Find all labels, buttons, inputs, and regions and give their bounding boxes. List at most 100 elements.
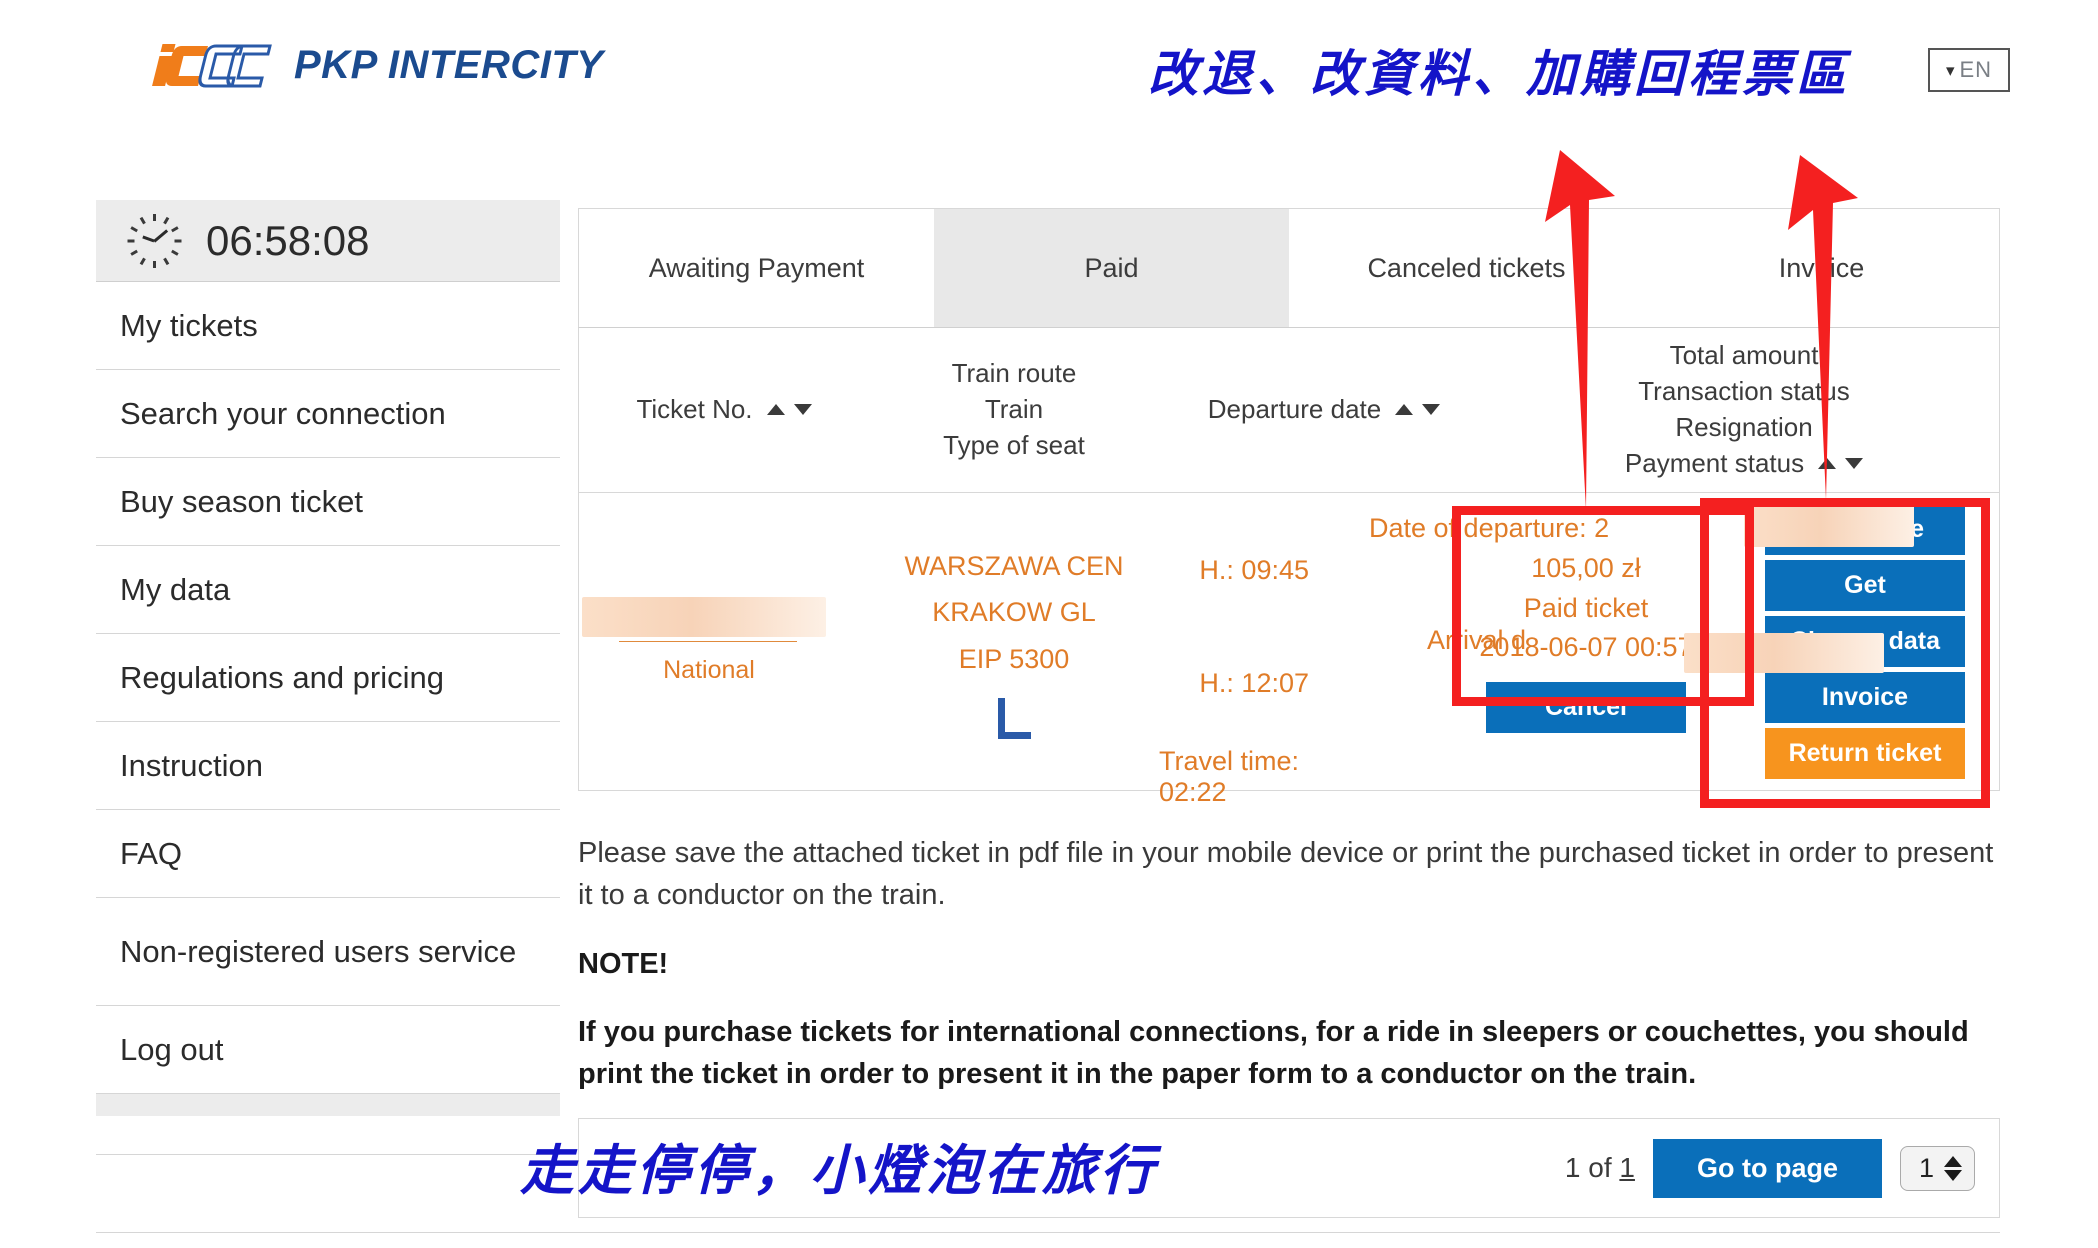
handwritten-note-top: 改退、改資料、加購回程票區 — [1148, 45, 1850, 103]
column-label-payment-status: Payment status — [1624, 447, 1805, 478]
sidebar-item-my-data[interactable]: My data — [96, 546, 560, 634]
session-timer: 06:58:08 — [96, 200, 560, 282]
redacted-arrival-date — [1684, 632, 1884, 673]
return-ticket-button[interactable]: Return ticket — [1765, 727, 1965, 779]
language-selector[interactable]: ▾ EN — [1928, 48, 2010, 92]
note-heading: NOTE! — [578, 947, 669, 980]
sidebar-item-label: FAQ — [120, 835, 183, 871]
transaction-status-value: Paid ticket — [1523, 592, 1649, 623]
brand-logo[interactable]: PKP INTERCITY — [140, 38, 604, 92]
sidebar-item-faq[interactable]: FAQ — [96, 810, 560, 898]
invoice-button[interactable]: Invoice — [1765, 671, 1965, 723]
cell-ticket-number: National — [579, 493, 869, 790]
sidebar-item-instruction[interactable]: Instruction — [96, 722, 560, 810]
page-of-text: 1 of — [1564, 1152, 1620, 1183]
payment-status-sorters — [1818, 458, 1864, 470]
sidebar-item-regulations-pricing[interactable]: Regulations and pricing — [96, 634, 560, 722]
tab-label: Invoice — [1778, 252, 1865, 283]
sort-descending-icon[interactable] — [1845, 458, 1864, 470]
tab-label: Paid — [1084, 252, 1139, 283]
get-button[interactable]: Get — [1765, 559, 1965, 611]
column-header-total-amount: Total amount Transaction status Resignat… — [1489, 328, 1999, 492]
brand-name: PKP INTERCITY — [294, 42, 604, 87]
arrival-date-label: Arrival d — [1427, 624, 1527, 655]
column-label: Ticket No. — [636, 393, 753, 424]
tab-canceled-tickets[interactable]: Canceled tickets — [1289, 209, 1644, 327]
sidebar-item-label: Instruction — [120, 747, 264, 783]
column-label-resignation: Resignation — [1675, 411, 1813, 442]
cell-train-route: WARSZAWA CEN KRAKOW GL EIP 5300 — [869, 493, 1159, 790]
main-panel: Awaiting Payment Paid Canceled tickets I… — [578, 208, 2000, 807]
arrival-time: H.: 12:07 — [1199, 667, 1309, 698]
sidebar-item-buy-season-ticket[interactable]: Buy season ticket — [96, 458, 560, 546]
column-label-train: Train — [984, 393, 1044, 424]
page-indicator: 1 of 1 — [1565, 1152, 1635, 1184]
table-row: National WARSZAWA CEN KRAKOW GL EIP 5300… — [578, 492, 2000, 807]
seat-type-icon — [997, 698, 1031, 740]
page-bottom-divider — [96, 1232, 2000, 1233]
redacted-departure-date — [1744, 504, 1914, 547]
cell-departure-arrival: Date of departure: 2 H.: 09:45 Arrival d… — [1159, 493, 1914, 807]
sidebar-item-my-tickets[interactable]: My tickets — [96, 282, 560, 370]
departure-date-label: Date of departure: 2 — [1369, 512, 1610, 543]
ticket-table-header: Ticket No. Train route Train Type of sea… — [578, 328, 2000, 493]
column-label: Departure date — [1207, 393, 1382, 424]
note-intro: Please save the attached ticket in pdf f… — [578, 837, 1994, 912]
go-to-page-button[interactable]: Go to page — [1652, 1138, 1882, 1198]
sort-descending-icon[interactable] — [1422, 404, 1441, 416]
sidebar-item-label: My tickets — [120, 307, 258, 343]
page-number-stepper[interactable]: 1 — [1899, 1145, 1975, 1191]
column-label-transaction-status: Transaction status — [1638, 375, 1850, 406]
ticket-category-label: National — [663, 656, 755, 684]
total-amount-value: 105,00 zł — [1531, 552, 1641, 583]
sidebar-item-label: Non-registered users service — [120, 933, 517, 969]
total-pages: 1 — [1619, 1152, 1635, 1183]
sidebar-footer-bar — [96, 1094, 560, 1116]
stepper-arrows — [1944, 1155, 1962, 1181]
tab-awaiting-payment[interactable]: Awaiting Payment — [579, 209, 934, 327]
note-body: If you purchase tickets for internationa… — [578, 1015, 1969, 1091]
column-header-train-route: Train route Train Type of seat — [869, 328, 1159, 492]
stepper-down-icon[interactable] — [1944, 1169, 1962, 1181]
handwritten-note-bottom: 走走停停，小燈泡在旅行 — [520, 1139, 1158, 1202]
sidebar-item-nonregistered-users-service[interactable]: Non-registered users service — [96, 898, 560, 1006]
departure-time: H.: 09:45 — [1199, 554, 1309, 585]
sort-ascending-icon[interactable] — [1395, 404, 1414, 416]
page-number-value: 1 — [1918, 1152, 1934, 1183]
stepper-up-icon[interactable] — [1944, 1155, 1962, 1167]
train-number: EIP 5300 — [958, 643, 1070, 674]
cancel-button[interactable]: Cancel — [1486, 682, 1686, 734]
ticket-notes: Please save the attached ticket in pdf f… — [578, 832, 2008, 1122]
tab-paid[interactable]: Paid — [934, 209, 1289, 327]
sort-ascending-icon[interactable] — [1818, 458, 1837, 470]
sort-descending-icon[interactable] — [793, 404, 812, 416]
ticket-number-underline — [619, 641, 797, 642]
sidebar-item-label: Regulations and pricing — [120, 659, 444, 695]
tab-invoice[interactable]: Invoice — [1644, 209, 1999, 327]
column-label-train-route: Train route — [951, 357, 1077, 388]
sidebar-item-label: My data — [120, 571, 231, 607]
column-header-ticket-no: Ticket No. — [579, 328, 869, 492]
sidebar-item-label: Search your connection — [120, 395, 446, 431]
chevron-down-icon: ▾ — [1945, 60, 1955, 80]
sidebar-item-label: Log out — [120, 1031, 224, 1067]
sort-ascending-icon[interactable] — [766, 404, 785, 416]
column-label-total-amount: Total amount — [1669, 340, 1819, 370]
tab-label: Awaiting Payment — [648, 252, 865, 283]
departure-date-sorters — [1395, 404, 1441, 416]
route-origin: WARSZAWA CEN — [904, 550, 1124, 581]
ticket-no-sorters — [766, 404, 812, 416]
clock-icon — [124, 211, 184, 271]
ticket-status-tabs: Awaiting Payment Paid Canceled tickets I… — [578, 208, 2000, 328]
tab-label: Canceled tickets — [1367, 252, 1566, 283]
icc-logo-icon — [140, 38, 278, 92]
session-time-value: 06:58:08 — [206, 216, 370, 264]
sidebar-nav: 06:58:08 My tickets Search your connecti… — [96, 200, 560, 1155]
column-label-type-of-seat: Type of seat — [943, 429, 1085, 460]
sidebar-footer-divider — [96, 1116, 560, 1155]
sidebar-item-log-out[interactable]: Log out — [96, 1006, 560, 1094]
sidebar-item-search-connection[interactable]: Search your connection — [96, 370, 560, 458]
column-header-departure-date: Departure date — [1159, 328, 1489, 492]
route-destination: KRAKOW GL — [932, 597, 1096, 628]
travel-time: Travel time: 02:22 — [1159, 745, 1300, 807]
